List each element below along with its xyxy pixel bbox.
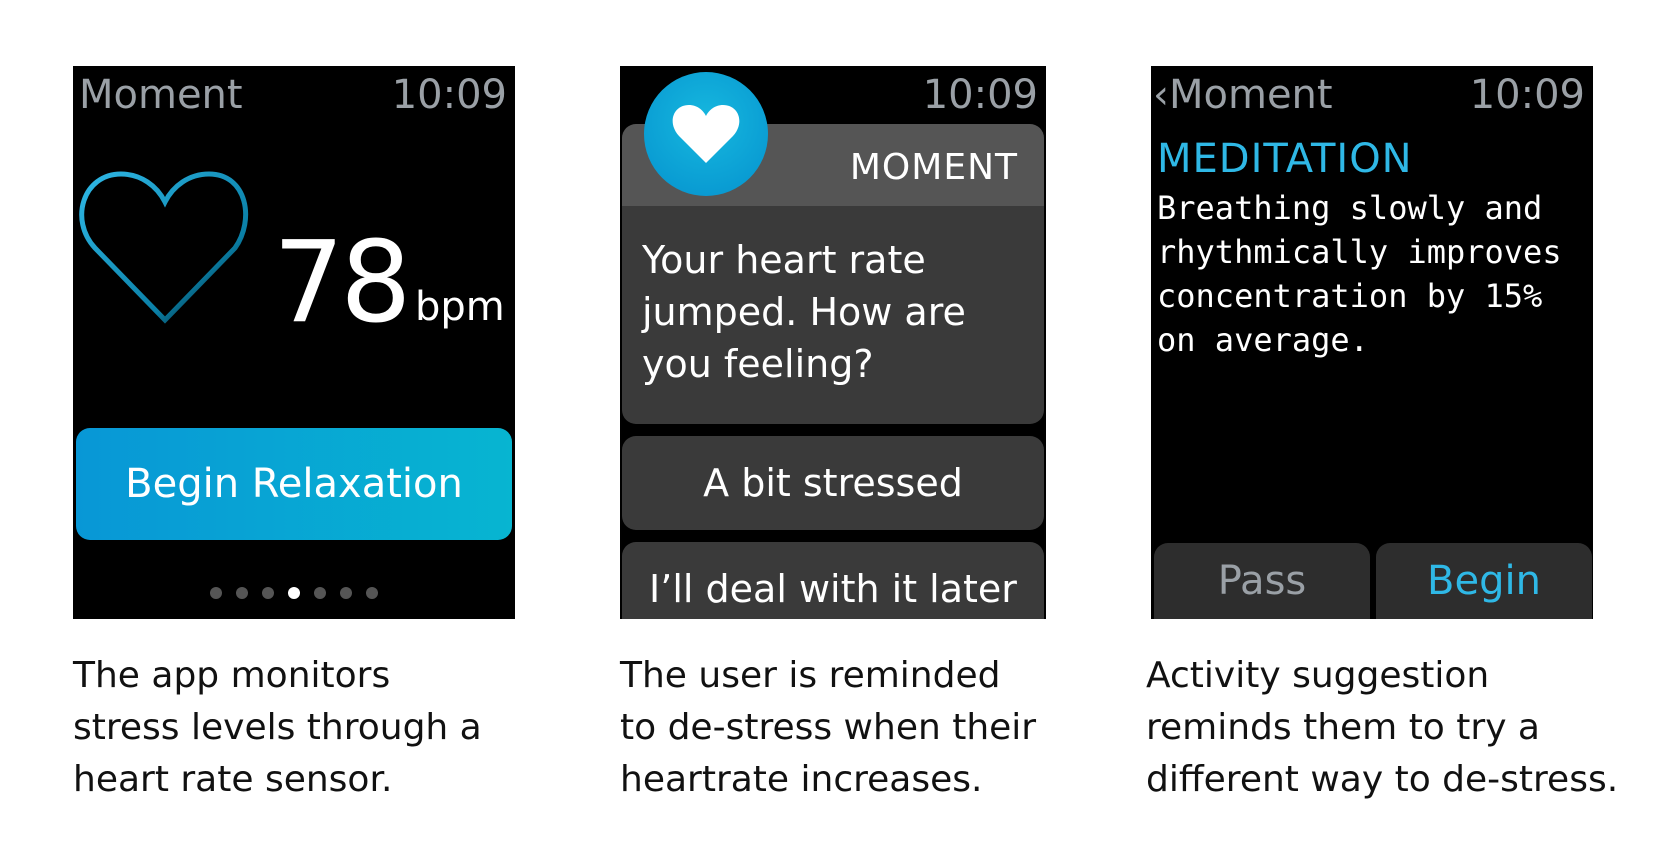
page-dot[interactable]	[340, 587, 352, 599]
clock-time: 10:09	[391, 72, 507, 118]
page-dot-active[interactable]	[288, 587, 300, 599]
pass-button[interactable]: Pass	[1154, 543, 1370, 619]
watch-screen-notification: 10:09 MOMENT Your heart rate jumped. How…	[620, 66, 1046, 619]
clock-time: 10:09	[1469, 72, 1585, 118]
page-dot[interactable]	[366, 587, 378, 599]
app-icon	[644, 72, 768, 196]
page-dot[interactable]	[262, 587, 274, 599]
caption-suggestion: Activity suggestion reminds them to try …	[1146, 655, 1619, 800]
app-name: Moment	[79, 72, 243, 118]
heart-rate-value: 78	[273, 218, 412, 348]
heart-rate-unit: bpm	[415, 284, 505, 330]
back-button[interactable]: ‹Moment	[1153, 72, 1333, 118]
heart-icon	[672, 105, 740, 163]
notification-message: Your heart rate jumped. How are you feel…	[642, 238, 966, 386]
caption-notification: The user is reminded to de-stress when t…	[620, 655, 1037, 800]
back-label: Moment	[1169, 72, 1333, 118]
page-dot[interactable]	[314, 587, 326, 599]
begin-button[interactable]: Begin	[1376, 543, 1592, 619]
watch-screen-suggestion: ‹Moment 10:09 MEDITATION Breathing slowl…	[1151, 66, 1593, 619]
begin-relaxation-button[interactable]: Begin Relaxation	[76, 428, 512, 540]
caption-heart-rate: The app monitors stress levels through a…	[73, 655, 482, 800]
chevron-left-icon: ‹	[1153, 72, 1169, 118]
reply-button-later[interactable]: I’ll deal with it later	[622, 542, 1044, 619]
page-indicator	[73, 587, 515, 599]
notification-app-name: MOMENT	[849, 147, 1018, 188]
reply-button-stressed[interactable]: A bit stressed	[622, 436, 1044, 530]
page-dot[interactable]	[236, 587, 248, 599]
activity-heading: MEDITATION	[1157, 136, 1413, 182]
heart-outline-icon	[79, 171, 249, 324]
clock-time: 10:09	[922, 72, 1038, 118]
page-dot[interactable]	[210, 587, 222, 599]
watch-screen-heart-rate: Moment 10:09 78 bpm Begin Relaxation	[73, 66, 515, 619]
activity-description: Breathing slowly and rhythmically improv…	[1157, 189, 1562, 359]
notification-body: Your heart rate jumped. How are you feel…	[622, 206, 1044, 424]
